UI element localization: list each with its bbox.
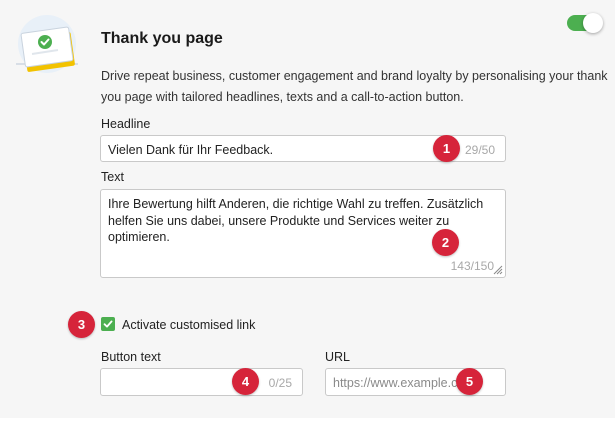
- custom-link-checkbox[interactable]: [101, 317, 115, 331]
- headline-label: Headline: [101, 117, 151, 131]
- resize-handle-icon[interactable]: [493, 265, 503, 275]
- section-description: Drive repeat business, customer engageme…: [101, 69, 608, 104]
- section-title: Thank you page: [101, 30, 223, 47]
- checkmark-icon: [103, 320, 113, 328]
- annotation-badge-5: 5: [456, 368, 483, 395]
- text-label: Text: [101, 170, 124, 184]
- custom-link-label[interactable]: Activate customised link: [122, 318, 255, 332]
- headline-value: Vielen Dank für Ihr Feedback.: [108, 143, 274, 157]
- thank-you-page-toggle[interactable]: [567, 13, 603, 33]
- annotation-badge-4: 4: [232, 368, 259, 395]
- button-text-input[interactable]: 0/25: [100, 368, 303, 396]
- button-text-label: Button text: [101, 350, 161, 364]
- thank-you-illustration-icon: [16, 15, 78, 73]
- thank-you-page-panel: Thank you page Drive repeat business, cu…: [0, 0, 615, 418]
- text-counter: 143/150: [450, 259, 494, 273]
- annotation-badge-3: 3: [68, 311, 95, 338]
- url-label: URL: [325, 350, 351, 364]
- headline-counter: 29/50: [464, 143, 495, 157]
- url-placeholder: https://www.example.c: [333, 376, 458, 390]
- toggle-knob: [583, 13, 603, 33]
- annotation-badge-2: 2: [432, 229, 459, 256]
- button-text-counter: 0/25: [268, 376, 292, 390]
- annotation-badge-1: 1: [433, 135, 460, 162]
